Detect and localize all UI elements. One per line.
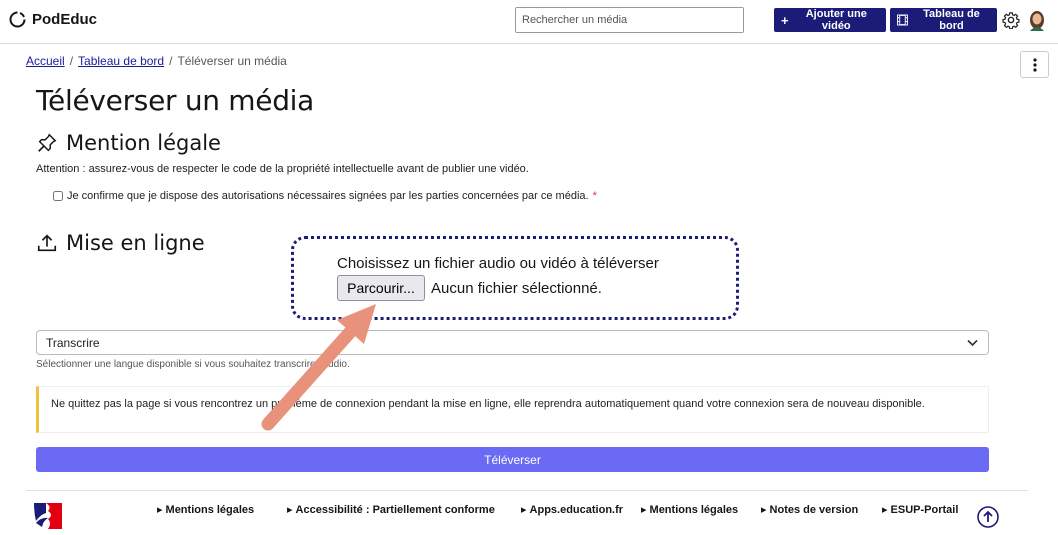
breadcrumb-separator: / xyxy=(169,54,173,68)
confirm-label: Je confirme que je dispose des autorisat… xyxy=(67,190,589,202)
legal-title-text: Mention légale xyxy=(66,131,221,155)
breadcrumb: Accueil / Tableau de bord / Téléverser u… xyxy=(26,54,287,68)
dashboard-label: Tableau de bord xyxy=(923,8,980,32)
alert-text: Ne quittez pas la page si vous rencontre… xyxy=(51,398,925,410)
gear-icon[interactable] xyxy=(1002,11,1020,29)
browse-file-button[interactable]: Parcourir... xyxy=(337,275,425,301)
plus-icon: + xyxy=(781,12,789,28)
confirm-checkbox[interactable] xyxy=(53,191,63,201)
search-input[interactable] xyxy=(515,7,744,33)
add-video-label: Ajouter une vidéo xyxy=(805,8,867,32)
podeduc-logo-icon xyxy=(9,11,26,28)
top-navbar: PodEduc + Ajouter une vidéo Tableau de b… xyxy=(0,0,1058,44)
avatar[interactable] xyxy=(1027,9,1047,31)
file-input-label: Choisissez un fichier audio ou vidéo à t… xyxy=(337,255,659,272)
breadcrumb-separator: / xyxy=(69,54,74,68)
attention-text: Attention : assurez-vous de respecter le… xyxy=(36,163,529,175)
caret-right-icon: ▸ xyxy=(641,504,647,516)
footer-links: ▸ Mentions légales ▸ Accessibilité : Parti… xyxy=(157,503,972,517)
add-video-button[interactable]: + Ajouter une vidéo xyxy=(774,8,886,32)
required-asterisk: * xyxy=(592,190,597,202)
submit-upload-button[interactable]: Téléverser xyxy=(36,447,989,472)
breadcrumb-dashboard-link[interactable]: Tableau de bord xyxy=(78,54,164,68)
legal-section-title: Mention légale xyxy=(36,131,221,155)
film-icon xyxy=(897,14,908,26)
marianne-logo-icon xyxy=(34,503,62,529)
transcribe-select[interactable]: Transcrire xyxy=(36,330,989,355)
caret-right-icon: ▸ xyxy=(882,504,888,516)
transcribe-selected-value: Transcrire xyxy=(46,335,100,350)
transcribe-help-text: Sélectionner une langue disponible si vo… xyxy=(36,359,350,370)
pin-icon xyxy=(38,133,57,152)
upload-title-text: Mise en ligne xyxy=(66,231,205,255)
more-options-button[interactable] xyxy=(1020,51,1049,78)
chevron-down-icon xyxy=(967,339,978,347)
file-status-text: Aucun fichier sélectionné. xyxy=(431,280,602,297)
upload-icon xyxy=(37,234,57,252)
kebab-menu-icon xyxy=(1032,57,1037,72)
breadcrumb-current: Téléverser un média xyxy=(177,54,287,68)
footer-divider xyxy=(26,490,1028,491)
footer-link-mentions[interactable]: ▸ Mentions légales xyxy=(157,503,287,517)
caret-right-icon: ▸ xyxy=(287,504,293,516)
footer-link-apps-education[interactable]: ▸ Apps.education.fr xyxy=(521,503,641,517)
brand-name: PodEduc xyxy=(32,11,98,28)
caret-right-icon: ▸ xyxy=(157,504,163,516)
scroll-to-top-icon[interactable] xyxy=(977,506,999,528)
footer-link-accessibility[interactable]: ▸ Accessibilité : Partiellement conforme xyxy=(287,503,521,517)
caret-right-icon: ▸ xyxy=(521,504,527,516)
footer-link-mentions-2[interactable]: ▸ Mentions légales xyxy=(641,503,761,517)
breadcrumb-home-link[interactable]: Accueil xyxy=(26,54,65,68)
connection-warning-alert: Ne quittez pas la page si vous rencontre… xyxy=(36,386,989,433)
footer-link-release-notes[interactable]: ▸ Notes de version xyxy=(761,503,882,517)
page-title: Téléverser un média xyxy=(36,84,315,117)
caret-right-icon: ▸ xyxy=(761,504,767,516)
footer-link-esup-portail[interactable]: ▸ ESUP-Portail xyxy=(882,503,972,517)
upload-section-title: Mise en ligne xyxy=(36,231,205,255)
dashboard-button[interactable]: Tableau de bord xyxy=(890,8,997,32)
confirm-checkbox-row[interactable]: Je confirme que je dispose des autorisat… xyxy=(53,190,597,202)
brand[interactable]: PodEduc xyxy=(9,11,97,28)
